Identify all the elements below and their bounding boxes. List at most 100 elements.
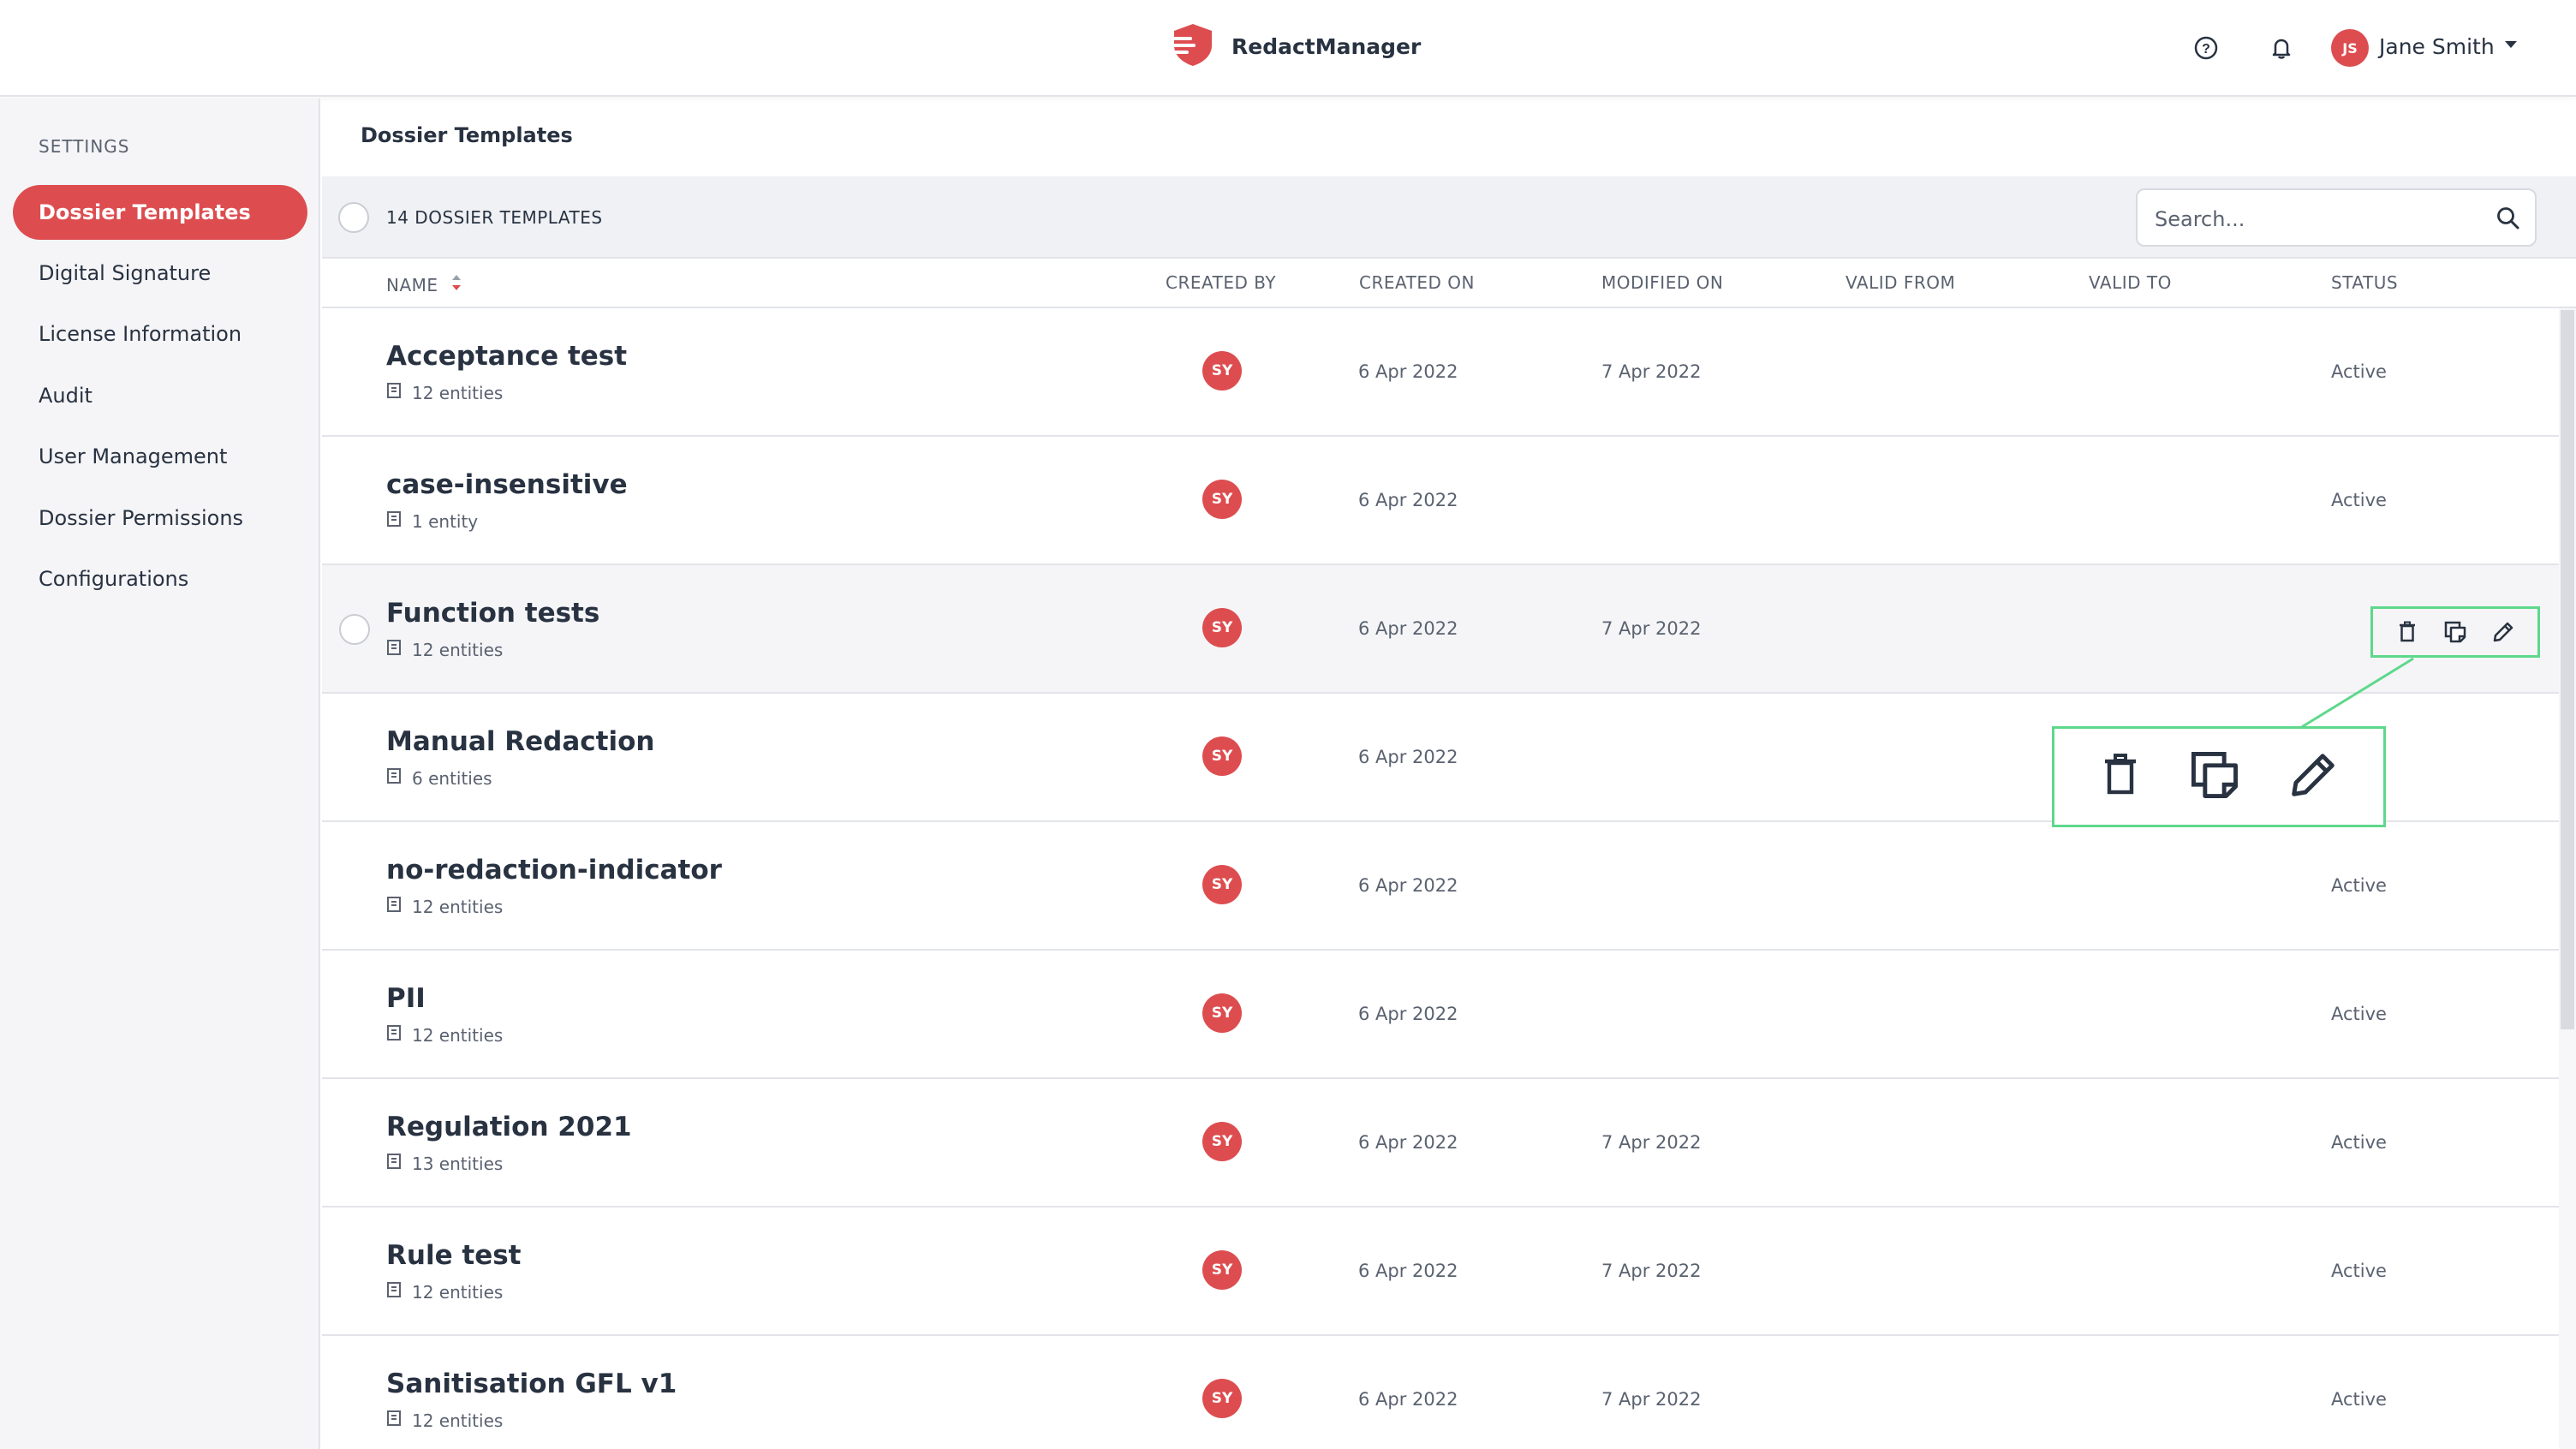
created-on: 6 Apr 2022 [1358,1004,1458,1024]
created-on: 6 Apr 2022 [1358,875,1458,896]
column-header-valid-to[interactable]: VALID TO [2089,272,2172,293]
status-label: Active [2331,1389,2387,1410]
document-icon [386,510,402,532]
row-actions [2370,606,2540,658]
entity-count: 12 entities [386,639,503,660]
template-name[interactable]: Sanitisation GFL v1 [386,1368,677,1399]
entity-count-label: 1 entity [412,510,479,532]
status-label: Active [2331,1261,2387,1281]
modified-on: 7 Apr 2022 [1601,361,1702,382]
created-on: 6 Apr 2022 [1358,618,1458,639]
entity-count: 1 entity [386,510,478,532]
table-row-hovered[interactable]: Function tests 12 entities SY 6 Apr 2022… [322,565,2559,694]
document-icon [386,767,402,789]
created-on: 6 Apr 2022 [1358,1132,1458,1153]
table-row[interactable]: Sanitisation GFL v1 12 entities SY 6 Apr… [322,1336,2559,1449]
column-header-created-on[interactable]: CREATED ON [1359,272,1475,293]
modified-on: 7 Apr 2022 [1601,1261,1702,1281]
user-avatar[interactable]: JS [2331,29,2369,67]
bell-icon[interactable] [2266,33,2297,63]
template-count: 14 DOSSIER TEMPLATES [386,207,603,228]
scrollbar-thumb[interactable] [2561,310,2574,1029]
created-on: 6 Apr 2022 [1358,490,1458,510]
status-label: Active [2331,1004,2387,1024]
entity-count: 13 entities [386,1153,503,1174]
document-icon [386,1024,402,1046]
table-row[interactable]: no-redaction-indicator 12 entities SY 6 … [322,822,2559,951]
sidebar-item-dossier-permissions[interactable]: Dossier Permissions [13,491,307,546]
template-name[interactable]: Rule test [386,1240,522,1271]
column-header-created-by[interactable]: CREATED BY [1166,272,1276,293]
creator-avatar: SY [1202,865,1242,904]
document-icon [386,1410,402,1431]
row-select-checkbox[interactable] [339,614,370,645]
table-row[interactable]: Acceptance test 12 entities SY 6 Apr 202… [322,308,2559,437]
sidebar-item-configurations[interactable]: Configurations [13,552,307,606]
settings-sidebar: SETTINGS Dossier Templates Digital Signa… [0,98,320,1449]
created-on: 6 Apr 2022 [1358,747,1458,767]
column-header-modified-on[interactable]: MODIFIED ON [1601,272,1723,293]
created-on: 6 Apr 2022 [1358,1261,1458,1281]
pencil-icon [2288,750,2338,803]
user-name[interactable]: Jane Smith [2379,34,2495,59]
app-name: RedactManager [1231,33,1422,59]
column-header-valid-from[interactable]: VALID FROM [1846,272,1955,293]
column-header-status[interactable]: STATUS [2331,272,2398,293]
entity-count-label: 12 entities [412,382,504,403]
table-row[interactable]: case-insensitive 1 entity SY 6 Apr 2022 … [322,437,2559,565]
entity-count-label: 12 entities [412,1410,504,1431]
modified-on: 7 Apr 2022 [1601,1389,1702,1410]
brand[interactable]: RedactManager [1170,21,1421,72]
document-icon [386,639,402,660]
creator-avatar: SY [1202,1122,1242,1161]
copy-icon[interactable] [2438,615,2472,649]
help-icon[interactable]: ? [2191,33,2221,63]
search-placeholder: Search... [2155,207,2245,231]
sidebar-item-dossier-templates[interactable]: Dossier Templates [13,185,307,240]
created-on: 6 Apr 2022 [1358,1389,1458,1410]
sidebar-item-audit[interactable]: Audit [13,368,307,423]
document-icon [386,382,402,403]
entity-count-label: 13 entities [412,1153,504,1174]
logo-icon [1170,21,1216,71]
template-name[interactable]: case-insensitive [386,469,628,500]
modified-on: 7 Apr 2022 [1601,618,1702,639]
template-name[interactable]: Function tests [386,598,599,629]
creator-avatar: SY [1202,1379,1242,1418]
status-label: Active [2331,490,2387,510]
created-on: 6 Apr 2022 [1358,361,1458,382]
top-bar: RedactManager ? JS Jane Smith [0,0,2576,97]
trash-icon [2100,751,2141,802]
sidebar-item-digital-signature[interactable]: Digital Signature [13,246,307,301]
creator-avatar: SY [1202,608,1242,647]
caret-down-icon[interactable] [2505,41,2517,48]
entity-count: 12 entities [386,382,503,403]
select-all-checkbox[interactable] [338,202,369,233]
search-icon[interactable] [2496,206,2521,235]
sidebar-item-license-information[interactable]: License Information [13,307,307,361]
entity-count-label: 12 entities [412,1281,504,1303]
creator-avatar: SY [1202,1250,1242,1290]
entity-count: 6 entities [386,767,492,789]
template-name[interactable]: Acceptance test [386,341,627,372]
table-row[interactable]: Regulation 2021 13 entities SY 6 Apr 202… [322,1079,2559,1208]
entity-count: 12 entities [386,896,503,917]
page-title: Dossier Templates [361,123,573,147]
column-header-name[interactable]: NAME [386,272,462,297]
trash-icon[interactable] [2390,615,2424,649]
search-input[interactable]: Search... [2136,188,2537,247]
sidebar-item-user-management[interactable]: User Management [13,429,307,484]
template-name[interactable]: no-redaction-indicator [386,855,722,886]
template-name[interactable]: Manual Redaction [386,726,654,757]
sort-icon[interactable] [450,272,462,297]
document-icon [386,1281,402,1303]
creator-avatar: SY [1202,351,1242,391]
template-name[interactable]: Regulation 2021 [386,1112,632,1142]
table-row[interactable]: PII 12 entities SY 6 Apr 2022 Active [322,951,2559,1079]
template-name[interactable]: PII [386,983,426,1014]
entity-count-label: 12 entities [412,896,504,917]
pencil-icon[interactable] [2486,615,2520,649]
status-label: Active [2331,361,2387,382]
table-row[interactable]: Rule test 12 entities SY 6 Apr 2022 7 Ap… [322,1208,2559,1336]
copy-icon [2190,750,2239,803]
